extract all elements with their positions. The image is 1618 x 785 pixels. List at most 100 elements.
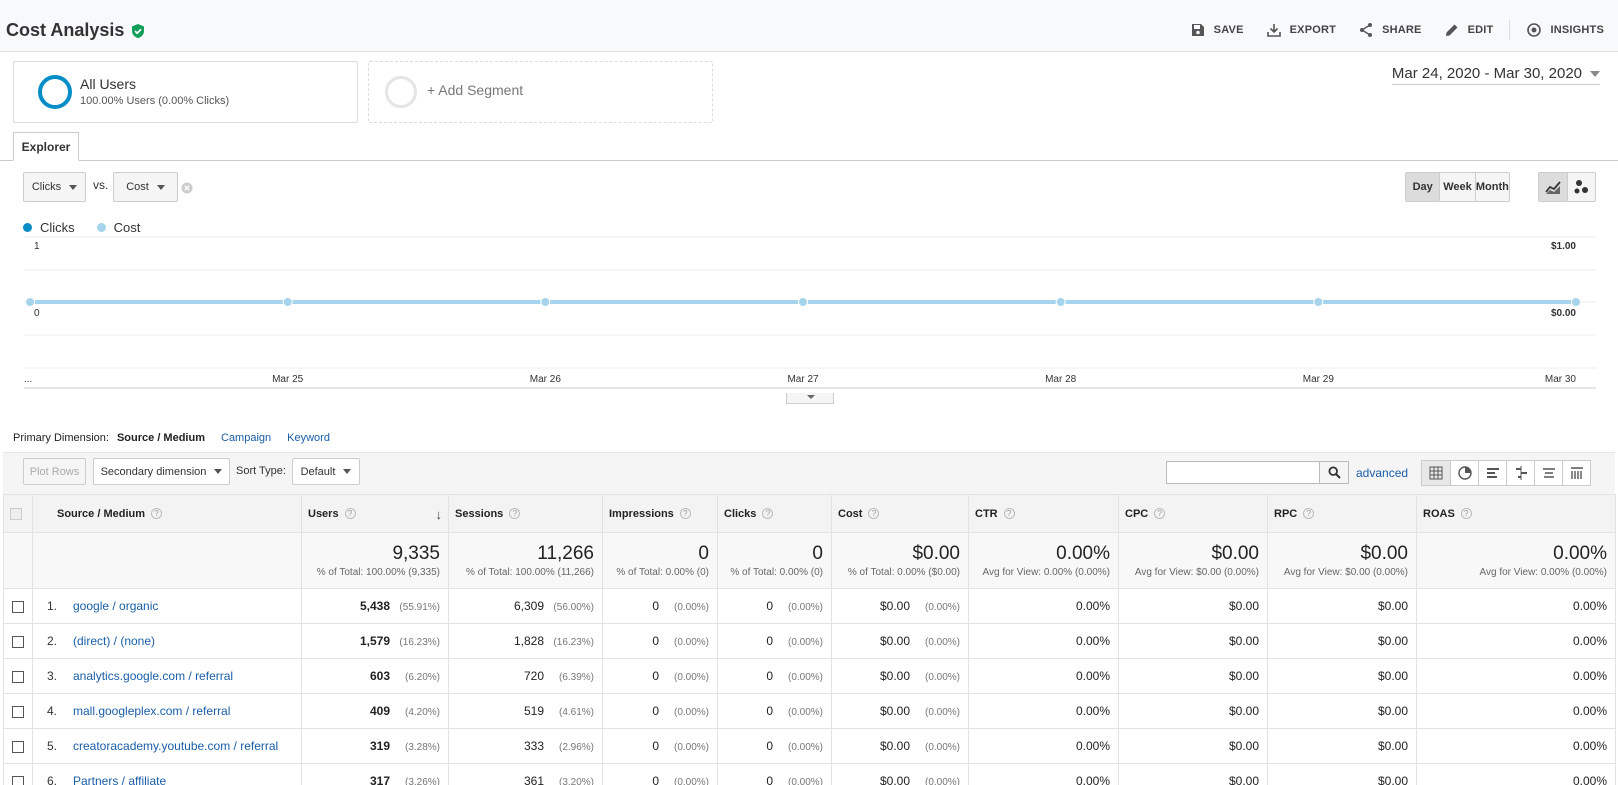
- primary-dimension-label: Primary Dimension:: [13, 432, 109, 444]
- insights-button[interactable]: INSIGHTS: [1526, 22, 1604, 38]
- column-header-roas[interactable]: ROAS?: [1416, 494, 1616, 533]
- add-segment-button[interactable]: + Add Segment: [368, 61, 713, 123]
- cell-value: $0.00: [1228, 599, 1259, 613]
- column-header-ctr[interactable]: CTR?: [968, 494, 1119, 533]
- pie-view-button[interactable]: [1450, 461, 1478, 485]
- help-icon[interactable]: ?: [1154, 508, 1166, 520]
- pivot-view-button[interactable]: [1562, 461, 1590, 485]
- help-icon[interactable]: ?: [1003, 508, 1015, 520]
- chevron-down-icon: [69, 184, 78, 190]
- column-header-rpc[interactable]: RPC?: [1267, 494, 1417, 533]
- primary-metric-select[interactable]: Clicks: [23, 172, 86, 202]
- column-header-sessions[interactable]: Sessions?: [448, 494, 603, 533]
- cell-percent: (0.00%): [673, 672, 709, 683]
- left-axis-tick-label: 1: [34, 241, 40, 252]
- row-checkbox[interactable]: [12, 635, 24, 648]
- segment-all-users[interactable]: All Users 100.00% Users (0.00% Clicks): [13, 61, 358, 123]
- source-medium-link[interactable]: google / organic: [73, 599, 158, 613]
- cell-impressions: 0 (0.00%): [602, 728, 718, 764]
- data-table-view-button[interactable]: [1422, 461, 1450, 485]
- data-point-cost: [1055, 297, 1066, 307]
- cell-value: 0: [766, 634, 773, 648]
- help-icon[interactable]: ?: [868, 508, 880, 520]
- column-header-source-medium[interactable]: Source / Medium?: [32, 494, 302, 533]
- date-range-picker[interactable]: Mar 24, 2020 - Mar 30, 2020: [1391, 65, 1600, 85]
- cell-cost: $0.00 (0.00%): [831, 623, 969, 659]
- row-index: 3.: [47, 669, 58, 683]
- column-header-clicks[interactable]: Clicks?: [717, 494, 832, 533]
- chart-collapse-handle[interactable]: [786, 393, 834, 404]
- line-chart-button[interactable]: [1539, 173, 1567, 201]
- table-search-input[interactable]: [1166, 461, 1320, 484]
- cell-roas: 0.00%: [1416, 763, 1616, 785]
- cell-value: $0.00: [1228, 774, 1259, 785]
- x-axis-tick-label: ...: [24, 374, 32, 385]
- cell-percent: (0.00%): [673, 637, 709, 648]
- total-value: $0.00: [1211, 543, 1259, 564]
- select-all-checkbox[interactable]: [10, 507, 22, 520]
- column-header-users[interactable]: Users? ↓: [301, 494, 449, 533]
- performance-view-button[interactable]: [1478, 461, 1506, 485]
- month-button[interactable]: Month: [1474, 173, 1509, 201]
- cell-impressions: 0 (0.00%): [602, 693, 718, 729]
- column-header-cost[interactable]: Cost?: [831, 494, 969, 533]
- share-button[interactable]: SHARE: [1358, 22, 1422, 38]
- cell-value: 0.00%: [1075, 704, 1110, 718]
- row-checkbox[interactable]: [12, 670, 24, 683]
- save-button[interactable]: SAVE: [1190, 22, 1244, 38]
- table-search-button[interactable]: [1320, 461, 1349, 484]
- row-checkbox[interactable]: [12, 740, 24, 753]
- export-label: EXPORT: [1289, 24, 1337, 36]
- cell-percent: (3.28%): [404, 742, 440, 753]
- cell-clicks: 0 (0.00%): [717, 763, 832, 785]
- column-header-cpc[interactable]: CPC?: [1118, 494, 1268, 533]
- source-medium-link[interactable]: analytics.google.com / referral: [73, 669, 233, 683]
- total-value: $0.00: [1360, 543, 1408, 564]
- help-icon[interactable]: ?: [151, 508, 163, 520]
- row-checkbox[interactable]: [12, 705, 24, 718]
- plot-rows-button[interactable]: Plot Rows: [23, 458, 86, 485]
- cell-source-medium: 5. creatoracademy.youtube.com / referral: [32, 728, 302, 764]
- row-select-cell: [3, 763, 33, 785]
- source-medium-link[interactable]: Partners / affiliate: [73, 774, 166, 785]
- source-medium-link[interactable]: (direct) / (none): [73, 634, 155, 648]
- help-icon[interactable]: ?: [1460, 508, 1472, 520]
- cell-clicks: 0 (0.00%): [717, 693, 832, 729]
- x-axis-tick-label: Mar 27: [787, 374, 819, 385]
- right-axis-tick-label: $1.00: [1551, 241, 1576, 252]
- report-actions: SAVE EXPORT SHARE EDIT INSIGHTS: [1168, 20, 1604, 40]
- advanced-filter-link[interactable]: advanced: [1356, 466, 1408, 480]
- column-header-impressions[interactable]: Impressions?: [602, 494, 718, 533]
- dimension-campaign[interactable]: Campaign: [221, 432, 271, 444]
- term-cloud-view-button[interactable]: [1534, 461, 1562, 485]
- dimension-source-medium[interactable]: Source / Medium: [117, 432, 205, 444]
- clear-metric-icon[interactable]: [181, 182, 193, 194]
- edit-button[interactable]: EDIT: [1444, 22, 1494, 38]
- cell-value: 317: [369, 774, 390, 785]
- right-axis-tick-label: $0.00: [1551, 308, 1576, 319]
- help-icon[interactable]: ?: [1303, 508, 1315, 520]
- row-checkbox[interactable]: [12, 600, 24, 613]
- help-icon[interactable]: ?: [509, 508, 521, 520]
- cell-value: 409: [369, 704, 390, 718]
- help-icon[interactable]: ?: [679, 508, 691, 520]
- cell-ctr: 0.00%: [968, 693, 1119, 729]
- row-checkbox[interactable]: [12, 775, 24, 785]
- row-select-cell: [3, 588, 33, 624]
- week-button[interactable]: Week: [1439, 173, 1474, 201]
- source-medium-link[interactable]: creatoracademy.youtube.com / referral: [73, 739, 278, 753]
- column-label: Source / Medium: [57, 507, 146, 520]
- help-icon[interactable]: ?: [344, 508, 356, 520]
- export-button[interactable]: EXPORT: [1266, 22, 1336, 38]
- secondary-dimension-select[interactable]: Secondary dimension: [93, 458, 230, 485]
- tab-explorer[interactable]: Explorer: [13, 132, 79, 161]
- comparison-view-button[interactable]: [1506, 461, 1534, 485]
- dimension-keyword[interactable]: Keyword: [287, 432, 330, 444]
- segment-ring-icon: [38, 75, 72, 109]
- motion-chart-button[interactable]: [1566, 173, 1595, 201]
- day-button[interactable]: Day: [1406, 173, 1440, 201]
- secondary-metric-select[interactable]: Cost: [113, 172, 178, 202]
- help-icon[interactable]: ?: [762, 508, 774, 520]
- sort-type-select[interactable]: Default: [292, 458, 360, 485]
- source-medium-link[interactable]: mall.googleplex.com / referral: [73, 704, 230, 718]
